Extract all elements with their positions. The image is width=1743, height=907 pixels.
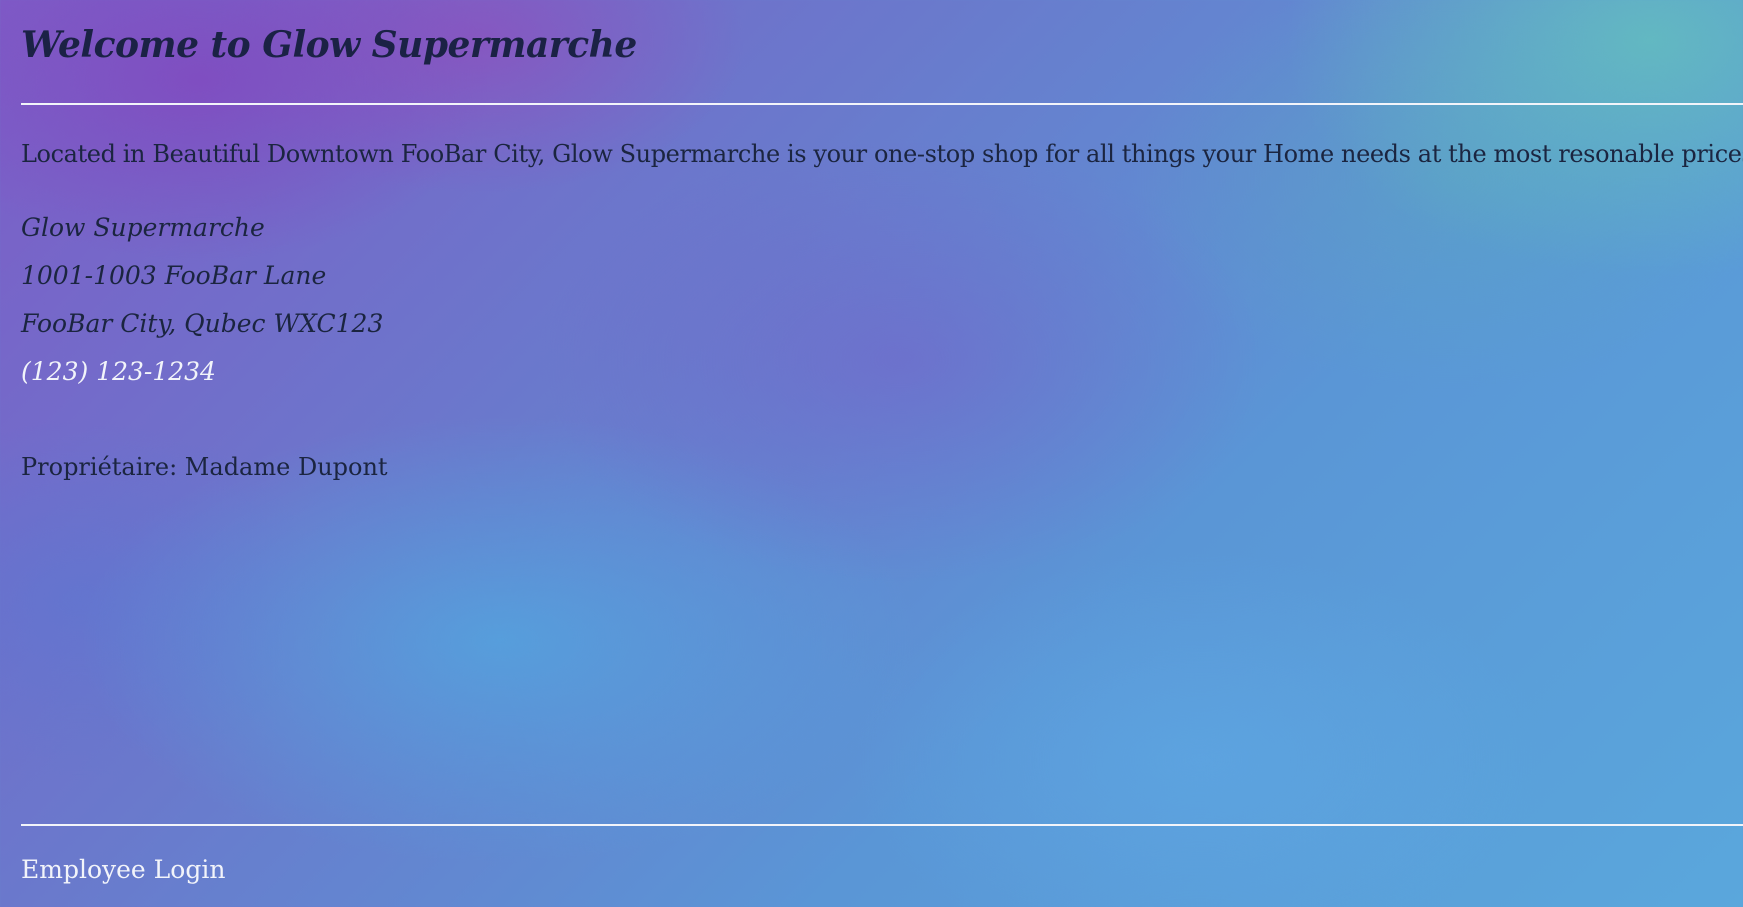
intro-paragraph: Located in Beautiful Downtown FooBar Cit… — [21, 140, 1743, 168]
employee-login-link[interactable]: Employee Login — [21, 852, 225, 888]
page-content: Welcome to Glow Supermarche Located in B… — [21, 0, 1743, 907]
store-city: FooBar City, Qubec WXC123 — [21, 309, 384, 338]
owner-text: Propriétaire: Madame Dupont — [21, 453, 388, 481]
header-divider — [21, 103, 1743, 105]
page-title: Welcome to Glow Supermarche — [21, 24, 637, 66]
store-name: Glow Supermarche — [21, 213, 265, 242]
footer-divider — [21, 824, 1743, 826]
store-phone: (123) 123-1234 — [21, 357, 216, 386]
store-address: Glow Supermarche 1001-1003 FooBar Lane F… — [21, 208, 383, 400]
store-street: 1001-1003 FooBar Lane — [21, 261, 327, 290]
